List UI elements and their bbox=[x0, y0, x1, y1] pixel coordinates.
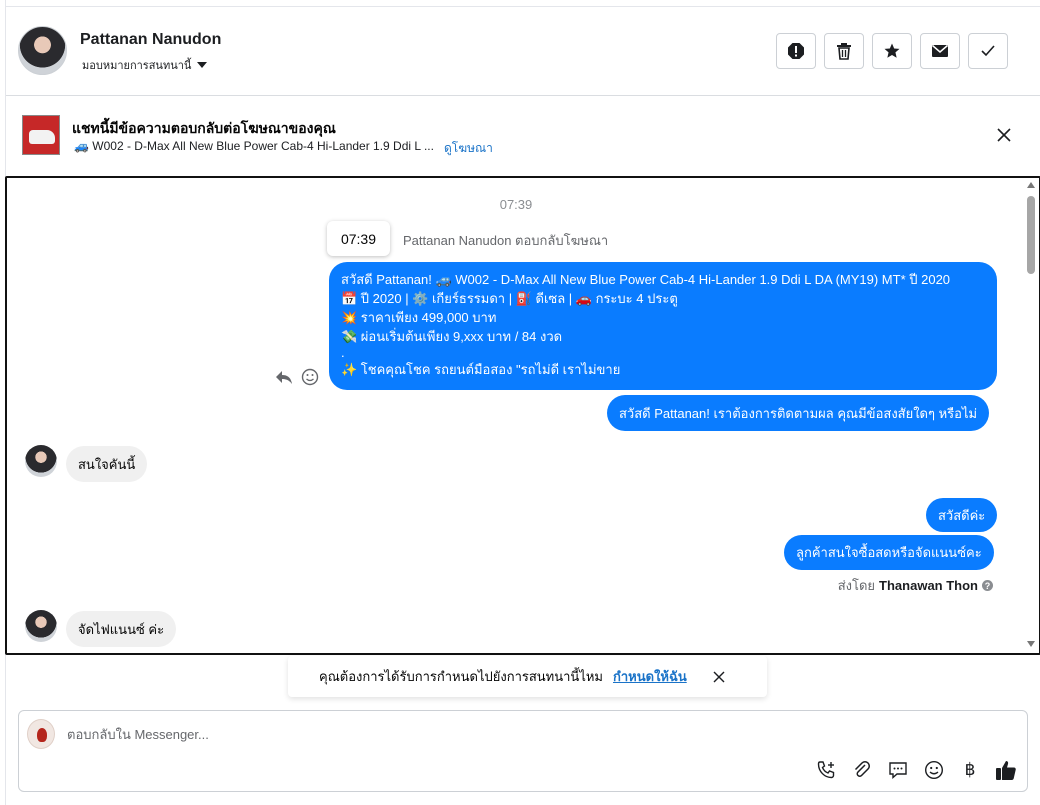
conversation-header: Pattanan Nanudon มอบหมายการสนทนานี้ bbox=[6, 7, 1040, 96]
payment-button[interactable]: ฿ bbox=[959, 759, 981, 781]
call-add-icon bbox=[817, 761, 835, 779]
ad-message-line: 📅 ปี 2020 | ⚙️ เกียร์ธรรมดา | ⛽ ดีเซล | … bbox=[341, 291, 678, 306]
report-button[interactable] bbox=[776, 33, 816, 69]
baht-icon: ฿ bbox=[964, 760, 976, 779]
outgoing-message-bubble[interactable]: สวัสดีค่ะ bbox=[926, 498, 998, 532]
help-icon[interactable]: ? bbox=[982, 580, 993, 591]
reply-icon[interactable] bbox=[275, 369, 293, 385]
composer-toolbar: ฿ bbox=[815, 759, 1017, 781]
caret-down-icon bbox=[197, 62, 208, 68]
saved-reply-icon bbox=[889, 762, 907, 780]
attach-button[interactable] bbox=[851, 759, 873, 781]
view-ad-link[interactable]: ดูโฆษณา bbox=[444, 139, 493, 158]
sent-by-label: ส่งโดย Thanawan Thon ? bbox=[838, 575, 993, 596]
close-icon bbox=[713, 671, 725, 682]
check-icon bbox=[981, 45, 995, 57]
close-banner-button[interactable] bbox=[994, 125, 1014, 145]
ad-thumbnail[interactable] bbox=[22, 115, 60, 155]
message-composer: ฿ bbox=[18, 710, 1028, 792]
envelope-icon bbox=[932, 44, 948, 57]
ad-message-line: 💸 ผ่อนเริ่มต้นเพียง 9,xxx บาท / 84 งวด bbox=[341, 329, 563, 344]
ad-reply-note: Pattanan Nanudon ตอบกลับโฆษณา bbox=[403, 233, 609, 248]
dismiss-prompt-button[interactable] bbox=[711, 669, 727, 685]
incoming-message-bubble[interactable]: สนใจคันนี้ bbox=[66, 446, 148, 482]
sent-by-name: Thanawan Thon bbox=[879, 578, 978, 593]
scroll-down-arrow-icon[interactable] bbox=[1027, 641, 1035, 647]
call-add-button[interactable] bbox=[815, 759, 837, 781]
ad-message-line: 💥 ราคาเพียง 499,000 บาท bbox=[341, 310, 497, 325]
like-button[interactable] bbox=[995, 759, 1017, 781]
timestamp-separator: 07:39 bbox=[499, 197, 533, 212]
ad-banner-subtitle-row: 🚙 W002 - D-Max All New Blue Power Cab-4 … bbox=[74, 139, 493, 158]
saved-reply-button[interactable] bbox=[887, 759, 909, 781]
report-icon bbox=[788, 43, 804, 59]
ad-message-bubble[interactable]: สวัสดี Pattanan! 🚙 W002 - D-Max All New … bbox=[329, 262, 997, 390]
delete-button[interactable] bbox=[824, 33, 864, 69]
page-avatar bbox=[27, 719, 55, 749]
trash-icon bbox=[837, 43, 851, 60]
star-button[interactable] bbox=[872, 33, 912, 69]
scroll-up-arrow-icon[interactable] bbox=[1027, 182, 1035, 188]
contact-avatar[interactable] bbox=[18, 26, 67, 75]
star-icon bbox=[884, 43, 900, 58]
emoji-button[interactable] bbox=[923, 759, 945, 781]
ad-reply-banner: แชทนี้มีข้อความตอบกลับต่อโฆษณาของคุณ 🚙 W… bbox=[6, 97, 1040, 171]
assign-conversation-dropdown[interactable]: มอบหมายการสนทนานี้ bbox=[82, 56, 208, 74]
reply-input[interactable] bbox=[67, 727, 767, 742]
thread-scrollbar[interactable] bbox=[1023, 178, 1039, 653]
react-emoji-icon[interactable] bbox=[301, 368, 319, 386]
incoming-message-bubble[interactable]: จัดไฟแนนซ์ ค่ะ bbox=[66, 611, 177, 647]
paperclip-icon bbox=[854, 760, 871, 777]
emoji-icon bbox=[924, 760, 944, 780]
message-thread[interactable]: 07:39 07:39 Pattanan Nanudon ตอบกลับโฆษณ… bbox=[5, 176, 1040, 655]
ad-message-line: ✨ โชคคุณโชค รถยนต์มือสอง "รถไม่ดี เราไม่… bbox=[341, 362, 621, 377]
thumbs-up-icon bbox=[996, 761, 1016, 780]
message-actions bbox=[275, 368, 319, 386]
followup-message-bubble[interactable]: สวัสดี Pattanan! เราต้องการติดตามผล คุณม… bbox=[607, 395, 990, 431]
sent-by-prefix: ส่งโดย bbox=[837, 578, 876, 593]
assign-to-me-prompt: คุณต้องการได้รับการกำหนดไปยังการสนทนานี้… bbox=[288, 656, 767, 697]
ad-name: 🚙 W002 - D-Max All New Blue Power Cab-4 … bbox=[74, 139, 434, 153]
assign-label: มอบหมายการสนทนานี้ bbox=[82, 60, 192, 72]
ad-message-line: . bbox=[341, 345, 345, 360]
assign-to-me-link[interactable]: กำหนดให้ฉัน bbox=[613, 666, 687, 687]
contact-name[interactable]: Pattanan Nanudon bbox=[80, 31, 221, 49]
ad-banner-title: แชทนี้มีข้อความตอบกลับต่อโฆษณาของคุณ bbox=[72, 120, 336, 136]
messenger-inbox-thread: Pattanan Nanudon มอบหมายการสนทนานี้ แชทน… bbox=[0, 0, 1040, 805]
assign-prompt-text: คุณต้องการได้รับการกำหนดไปยังการสนทนานี้… bbox=[319, 669, 603, 684]
close-icon bbox=[997, 128, 1011, 142]
scroll-thumb[interactable] bbox=[1027, 196, 1035, 274]
outgoing-message-bubble[interactable]: ลูกค้าสนใจซื้อสดหรือจัดแนนซ์คะ bbox=[784, 535, 994, 570]
mark-unread-button[interactable] bbox=[920, 33, 960, 69]
contact-avatar-small[interactable] bbox=[25, 445, 57, 477]
time-tooltip: 07:39 bbox=[327, 221, 390, 256]
ad-message-line: สวัสดี Pattanan! 🚙 W002 - D-Max All New … bbox=[341, 272, 951, 287]
mark-done-button[interactable] bbox=[968, 33, 1008, 69]
contact-avatar-small[interactable] bbox=[25, 610, 57, 642]
